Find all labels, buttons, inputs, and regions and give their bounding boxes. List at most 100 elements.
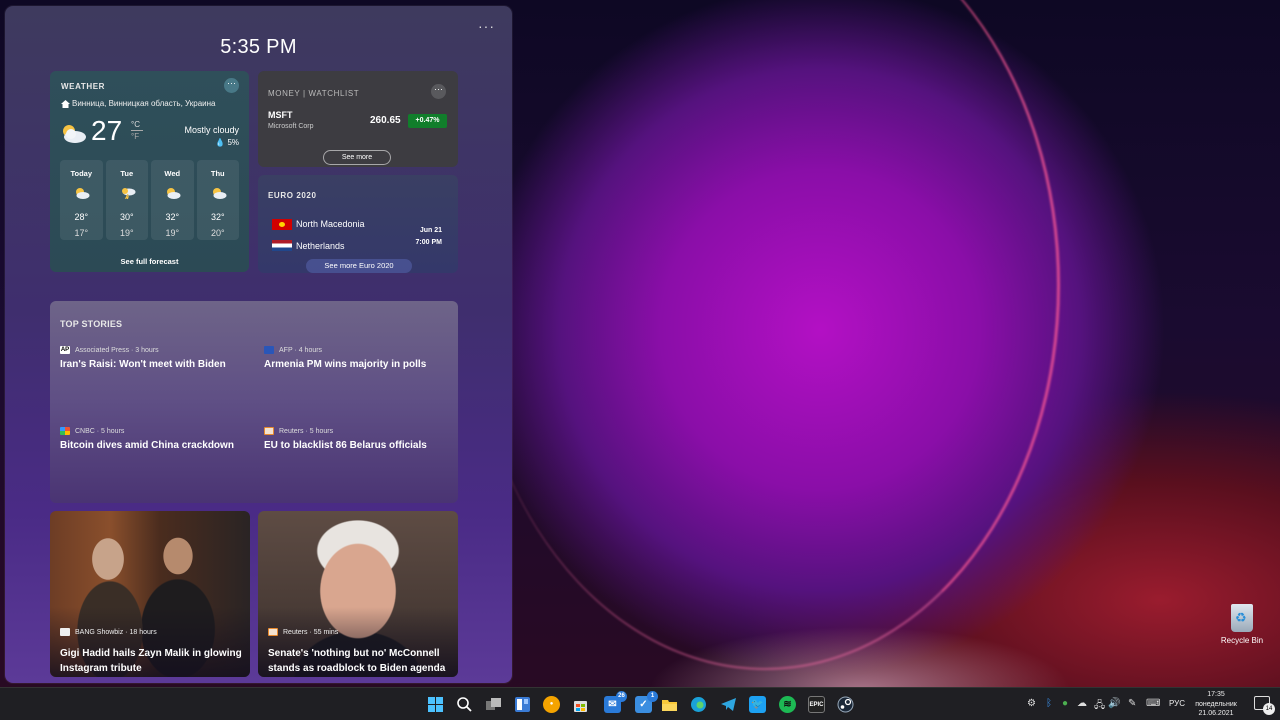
- day-low: 19°: [119, 228, 134, 238]
- see-more-euro-button[interactable]: See more Euro 2020: [306, 259, 412, 273]
- panel-more-icon[interactable]: ···: [478, 18, 495, 34]
- image-story-card[interactable]: Reuters · 55 mins Senate's 'nothing but …: [258, 511, 458, 677]
- recycle-bin-label: Recycle Bin: [1220, 636, 1264, 645]
- story-headline[interactable]: EU to blacklist 86 Belarus officials: [264, 440, 458, 451]
- spotify-icon[interactable]: ≋: [779, 696, 796, 713]
- story-source: AFP · 4 hours: [264, 346, 458, 354]
- thunderstorm-icon: [121, 188, 135, 199]
- stock-change-badge: +0.47%: [408, 114, 447, 128]
- epic-games-icon[interactable]: EPIC: [808, 696, 825, 713]
- language-indicator[interactable]: РУС: [1169, 699, 1185, 708]
- day-name: Thu: [210, 169, 225, 178]
- cloudy-sun-icon: [212, 188, 226, 199]
- story-headline[interactable]: Iran's Raisi: Won't meet with Biden: [60, 359, 255, 370]
- team-1: North Macedonia: [296, 219, 365, 229]
- story-item[interactable]: CNBC · 5 hours Bitcoin dives amid China …: [60, 427, 255, 451]
- day-high: 32°: [210, 212, 225, 222]
- start-icon[interactable]: [427, 696, 444, 713]
- telegram-icon[interactable]: [720, 696, 737, 713]
- story-item[interactable]: AFP · 4 hours Armenia PM wins majority i…: [264, 346, 458, 370]
- see-full-forecast-link[interactable]: See full forecast: [50, 257, 249, 266]
- task-view-icon[interactable]: [485, 696, 502, 713]
- precipitation-value: 5%: [227, 138, 239, 147]
- unit-divider: [131, 130, 143, 131]
- file-explorer-icon[interactable]: [661, 696, 678, 713]
- unit-celsius[interactable]: °C: [131, 120, 143, 129]
- money-card[interactable]: MONEY | WATCHLIST ··· MSFT Microsoft Cor…: [258, 71, 458, 167]
- story-source: Reuters · 5 hours: [264, 427, 458, 435]
- money-more-icon[interactable]: ···: [431, 84, 446, 99]
- mail-badge: 26: [616, 691, 627, 702]
- forecast-day[interactable]: Tue 30° 19°: [105, 160, 148, 240]
- euro-title: EURO 2020: [268, 191, 317, 200]
- tray-app-icon[interactable]: ●: [1062, 698, 1068, 709]
- image-story-card[interactable]: BANG Showbiz · 18 hours Gigi Hadid hails…: [50, 511, 250, 677]
- story-headline[interactable]: Bitcoin dives amid China crackdown: [60, 440, 255, 451]
- taskbar: ● ✉ 26 ✓ 1 🐦 ≋ EPIC ⚙ ᛒ ● ☁ 🖧 🔊 ✎ ⌨ РУС 17…: [0, 687, 1280, 720]
- story-source-text: CNBC · 5 hours: [75, 427, 125, 435]
- recycle-bin-shortcut[interactable]: Recycle Bin: [1218, 604, 1266, 645]
- forecast-day[interactable]: Today 28° 17°: [60, 160, 103, 240]
- bang-logo-icon: [60, 628, 70, 636]
- network-icon[interactable]: 🖧: [1094, 698, 1105, 715]
- day-low: 17°: [74, 228, 89, 238]
- story-source-text: Reuters · 5 hours: [279, 427, 334, 435]
- clock-time: 17:35: [1207, 691, 1225, 698]
- day-low: 20°: [210, 228, 225, 238]
- story-headline[interactable]: Senate's 'nothing but no' McConnell stan…: [268, 646, 452, 676]
- day-name: Tue: [120, 169, 134, 178]
- store-icon[interactable]: [572, 696, 589, 713]
- see-more-button[interactable]: See more: [323, 150, 391, 165]
- temperature-unit-toggle[interactable]: °C °F: [131, 120, 143, 141]
- twitter-icon[interactable]: 🐦: [749, 696, 766, 713]
- cloud-icon[interactable]: ☁: [1077, 698, 1087, 709]
- story-source-text: Associated Press · 3 hours: [75, 346, 159, 354]
- weather-title: WEATHER: [61, 82, 106, 91]
- unit-fahrenheit[interactable]: °F: [131, 132, 143, 141]
- keyboard-icon[interactable]: ⌨: [1146, 698, 1160, 709]
- raindrop-icon: 💧: [215, 138, 226, 147]
- day-high: 30°: [119, 212, 134, 222]
- ap-logo-icon: AP: [60, 346, 70, 354]
- story-item[interactable]: AP Associated Press · 3 hours Iran's Rais…: [60, 346, 255, 370]
- story-headline[interactable]: Armenia PM wins majority in polls: [264, 359, 458, 370]
- taskbar-clock[interactable]: 17:35 понедельник 21.06.2021: [1190, 690, 1242, 719]
- story-item[interactable]: Reuters · 5 hours EU to blacklist 86 Bel…: [264, 427, 458, 451]
- story-headline[interactable]: Gigi Hadid hails Zayn Malik in glowing I…: [60, 646, 244, 676]
- stock-symbol[interactable]: MSFT: [268, 110, 293, 120]
- forecast-day[interactable]: Thu 32° 20°: [196, 160, 239, 240]
- app-icon[interactable]: ●: [543, 696, 560, 713]
- weather-more-icon[interactable]: ···: [224, 78, 239, 93]
- search-icon[interactable]: [456, 696, 473, 713]
- recycle-bin-icon: [1231, 604, 1253, 632]
- match-datetime: Jun 21 7:00 PM: [416, 225, 442, 249]
- stock-price: 260.65: [370, 115, 401, 126]
- forecast-day[interactable]: Wed 32° 19°: [151, 160, 194, 240]
- widgets-icon[interactable]: [514, 696, 531, 713]
- reuters-logo-icon: [264, 427, 274, 435]
- cloudy-sun-icon: [167, 188, 181, 199]
- story-source-text: AFP · 4 hours: [279, 346, 323, 354]
- team-2: Netherlands: [296, 241, 345, 251]
- todo-badge: 1: [647, 691, 658, 702]
- weather-location: Винница, Винницкая область, Украина: [72, 99, 216, 108]
- stock-company: Microsoft Corp: [268, 123, 314, 130]
- steam-tray-icon[interactable]: ⚙: [1027, 698, 1036, 709]
- notifications-icon[interactable]: 14: [1254, 696, 1275, 715]
- precipitation: 💧 5%: [215, 138, 239, 147]
- match-time: 7:00 PM: [415, 239, 442, 246]
- steam-icon[interactable]: [837, 696, 854, 713]
- euro-card[interactable]: EURO 2020 North Macedonia Netherlands Ju…: [258, 175, 458, 273]
- mail-icon[interactable]: ✉ 26: [604, 691, 627, 713]
- reuters-logo-icon: [268, 628, 278, 636]
- edge-icon[interactable]: [690, 696, 707, 713]
- weather-card[interactable]: WEATHER ··· Винница, Винницкая область, …: [50, 71, 249, 272]
- notification-count: 14: [1263, 703, 1275, 715]
- north-macedonia-flag-icon: [272, 219, 292, 230]
- pen-icon[interactable]: ✎: [1128, 698, 1136, 709]
- day-high: 32°: [165, 212, 180, 222]
- bluetooth-icon[interactable]: ᛒ: [1046, 698, 1052, 709]
- todo-icon[interactable]: ✓ 1: [635, 691, 658, 713]
- story-source-text: Reuters · 55 mins: [283, 628, 339, 636]
- volume-icon[interactable]: 🔊: [1108, 698, 1120, 709]
